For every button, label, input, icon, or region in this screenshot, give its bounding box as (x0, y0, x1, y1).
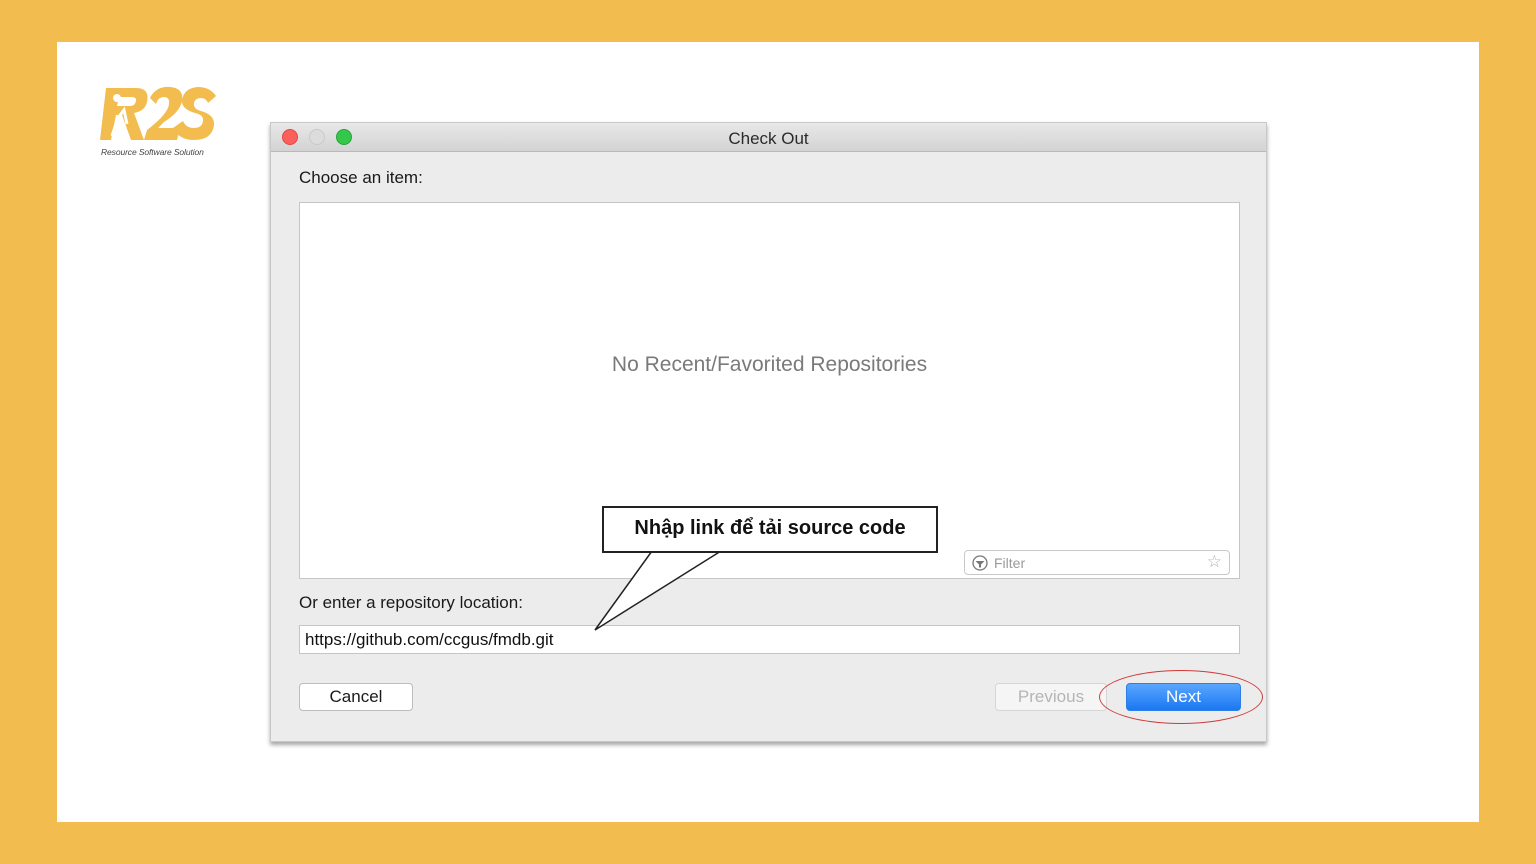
repository-location-label: Or enter a repository location: (299, 593, 523, 612)
title-bar[interactable]: Check Out (271, 123, 1266, 152)
filter-field[interactable]: Filter ☆ (964, 550, 1230, 575)
logo-tagline: Resource Software Solution (101, 147, 204, 157)
empty-list-message: No Recent/Favorited Repositories (611, 353, 928, 376)
filter-placeholder: Filter (994, 555, 1026, 571)
r2s-logo-icon (100, 86, 216, 140)
window-title: Check Out (728, 129, 809, 148)
star-icon[interactable]: ☆ (1207, 552, 1222, 572)
cancel-button[interactable]: Cancel (299, 683, 413, 711)
callout-tail (594, 550, 722, 631)
checkout-dialog: Check Out Choose an item: No Recent/Favo… (270, 122, 1267, 742)
repository-location-input[interactable] (299, 625, 1240, 654)
filter-icon (972, 555, 988, 571)
choose-item-label: Choose an item: (299, 168, 423, 187)
next-highlight-ring (1099, 670, 1263, 724)
r2s-logo: Resource Software Solution (100, 84, 220, 160)
previous-button[interactable]: Previous (995, 683, 1107, 711)
callout-annotation: Nhập link để tải source code (602, 506, 938, 553)
